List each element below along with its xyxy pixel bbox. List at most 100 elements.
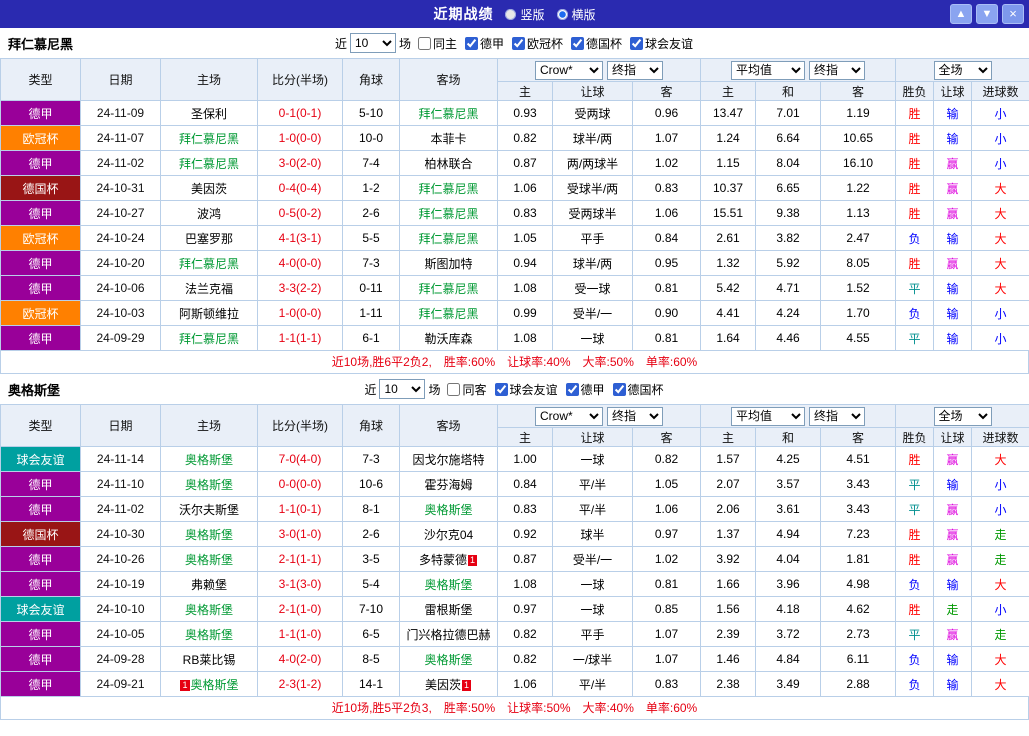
scope-select[interactable]: 全场: [933, 60, 992, 80]
team-name[interactable]: 拜仁慕尼黑: [418, 232, 478, 246]
score-cell[interactable]: 0-0(0-0): [257, 471, 343, 497]
league-filter[interactable]: 球会友谊: [630, 35, 693, 52]
team-name[interactable]: 拜仁慕尼黑: [418, 207, 478, 221]
score-cell[interactable]: 3-1(3-0): [257, 571, 343, 597]
layout-option-vertical[interactable]: 竖版: [505, 6, 545, 23]
score-cell[interactable]: 3-3(2-2): [257, 275, 343, 301]
score-cell[interactable]: 4-1(3-1): [257, 225, 343, 251]
team-name[interactable]: 勒沃库森: [424, 332, 472, 346]
team-name[interactable]: 拜仁慕尼黑: [418, 107, 478, 121]
league-filter-checkbox[interactable]: [512, 36, 525, 50]
recent-count-select[interactable]: 10: [379, 379, 426, 399]
recent-count-select[interactable]: 10: [349, 33, 396, 53]
team-name[interactable]: 奥格斯堡: [185, 603, 233, 617]
score-cell[interactable]: 2-1(1-1): [257, 546, 343, 572]
team-name[interactable]: 雷根斯堡: [424, 603, 472, 617]
league-filter[interactable]: 德甲: [565, 381, 605, 398]
team-name[interactable]: 柏林联合: [424, 157, 472, 171]
league-filter[interactable]: 德甲: [464, 35, 504, 52]
league-filter[interactable]: 欧冠杯: [512, 35, 563, 52]
league-filter[interactable]: 球会友谊: [494, 381, 558, 398]
league-filter-checkbox[interactable]: [494, 382, 508, 396]
score-cell[interactable]: 2-1(1-0): [257, 596, 343, 622]
layout-option-horizontal[interactable]: 横版: [556, 6, 596, 23]
scope-select[interactable]: 全场: [933, 406, 992, 426]
same-venue-filter[interactable]: 同客: [447, 381, 487, 398]
team-name[interactable]: 拜仁慕尼黑: [418, 182, 478, 196]
scroll-up-button[interactable]: ▲: [950, 4, 972, 24]
score-cell[interactable]: 1-1(0-1): [257, 496, 343, 522]
team-name[interactable]: 弗赖堡: [191, 578, 227, 592]
avg-stage-select[interactable]: 终指: [809, 406, 865, 426]
team-name[interactable]: 奥格斯堡: [185, 628, 233, 642]
team-name[interactable]: 本菲卡: [430, 132, 466, 146]
odds-stage-select[interactable]: 终指: [607, 60, 663, 80]
summary-row: 近10场,胜5平2负3, 胜率:50% 让球率:50% 大率:40% 单率:60%: [0, 697, 1029, 720]
score-cell[interactable]: 0-5(0-2): [257, 200, 343, 226]
score-cell[interactable]: 3-0(1-0): [257, 521, 343, 547]
avg-source-select[interactable]: 平均值: [731, 60, 805, 80]
team-name[interactable]: 因戈尔施塔特: [412, 453, 484, 467]
team-name[interactable]: 圣保利: [191, 107, 227, 121]
team-name[interactable]: 沃尔夫斯堡: [179, 503, 239, 517]
team-name[interactable]: 拜仁慕尼黑: [179, 332, 239, 346]
league-filter-checkbox[interactable]: [571, 36, 585, 50]
team-name[interactable]: 美因茨: [191, 182, 227, 196]
team-name[interactable]: 拜仁慕尼黑: [418, 307, 478, 321]
team-name[interactable]: 斯图加特: [424, 257, 472, 271]
score-cell[interactable]: 0-4(0-4): [257, 175, 343, 201]
match-row: 欧冠杯 24-10-03 阿斯顿维拉 1-0(0-0) 1-11 拜仁慕尼黑 0.99 受半/…: [0, 300, 1029, 326]
team-name[interactable]: 沙尔克04: [424, 528, 473, 542]
avg-stage-select[interactable]: 终指: [809, 60, 865, 80]
team-name[interactable]: 奥格斯堡: [185, 528, 233, 542]
team-name[interactable]: 波鸿: [197, 207, 221, 221]
score-cell[interactable]: 3-0(2-0): [257, 150, 343, 176]
league-filter[interactable]: 德国杯: [612, 381, 664, 398]
score-cell[interactable]: 1-0(0-0): [257, 300, 343, 326]
league-filter[interactable]: 德国杯: [571, 35, 622, 52]
team-name[interactable]: 法兰克福: [185, 282, 233, 296]
score-cell[interactable]: 1-1(1-1): [257, 325, 343, 351]
team-name[interactable]: 奥格斯堡: [191, 678, 239, 692]
scroll-down-button[interactable]: ▼: [976, 4, 998, 24]
team-name[interactable]: RB莱比锡: [183, 653, 236, 667]
team-name[interactable]: 拜仁慕尼黑: [179, 257, 239, 271]
match-date-cell: 24-09-29: [80, 325, 161, 351]
team-name[interactable]: 拜仁慕尼黑: [179, 157, 239, 171]
same-venue-filter-checkbox[interactable]: [447, 382, 461, 396]
team-name[interactable]: 阿斯顿维拉: [179, 307, 239, 321]
close-button[interactable]: ×: [1002, 4, 1024, 24]
team-name[interactable]: 巴塞罗那: [185, 232, 233, 246]
same-venue-filter[interactable]: 同主: [417, 35, 457, 52]
team-name[interactable]: 奥格斯堡: [185, 478, 233, 492]
team-name[interactable]: 门兴格拉德巴赫: [406, 628, 490, 642]
team-name[interactable]: 奥格斯堡: [185, 453, 233, 467]
league-filter-checkbox[interactable]: [612, 382, 626, 396]
col-header-date: 日期: [80, 58, 161, 101]
score-cell[interactable]: 4-0(2-0): [257, 646, 343, 672]
team-name[interactable]: 拜仁慕尼黑: [179, 132, 239, 146]
team-name[interactable]: 奥格斯堡: [185, 553, 233, 567]
team-name[interactable]: 多特蒙德: [419, 553, 467, 567]
score-cell[interactable]: 1-1(1-0): [257, 621, 343, 647]
match-date-cell: 24-11-07: [80, 125, 161, 151]
same-venue-filter-checkbox[interactable]: [417, 36, 431, 50]
score-cell[interactable]: 0-1(0-1): [257, 100, 343, 126]
league-filter-checkbox[interactable]: [630, 36, 644, 50]
team-name[interactable]: 拜仁慕尼黑: [418, 282, 478, 296]
avg-source-select[interactable]: 平均值: [731, 406, 805, 426]
score-cell[interactable]: 7-0(4-0): [257, 446, 343, 472]
team-name[interactable]: 奥格斯堡: [424, 503, 472, 517]
score-cell[interactable]: 4-0(0-0): [257, 250, 343, 276]
team-name[interactable]: 奥格斯堡: [424, 653, 472, 667]
team-name[interactable]: 美因茨: [425, 678, 461, 692]
odds-stage-select[interactable]: 终指: [607, 406, 663, 426]
bookmaker-select[interactable]: Crow*: [535, 406, 603, 426]
league-filter-checkbox[interactable]: [464, 36, 478, 50]
league-filter-checkbox[interactable]: [565, 382, 579, 396]
team-name[interactable]: 霍芬海姆: [424, 478, 472, 492]
bookmaker-select[interactable]: Crow*: [535, 60, 603, 80]
score-cell[interactable]: 2-3(1-2): [257, 671, 343, 697]
score-cell[interactable]: 1-0(0-0): [257, 125, 343, 151]
team-name[interactable]: 奥格斯堡: [424, 578, 472, 592]
